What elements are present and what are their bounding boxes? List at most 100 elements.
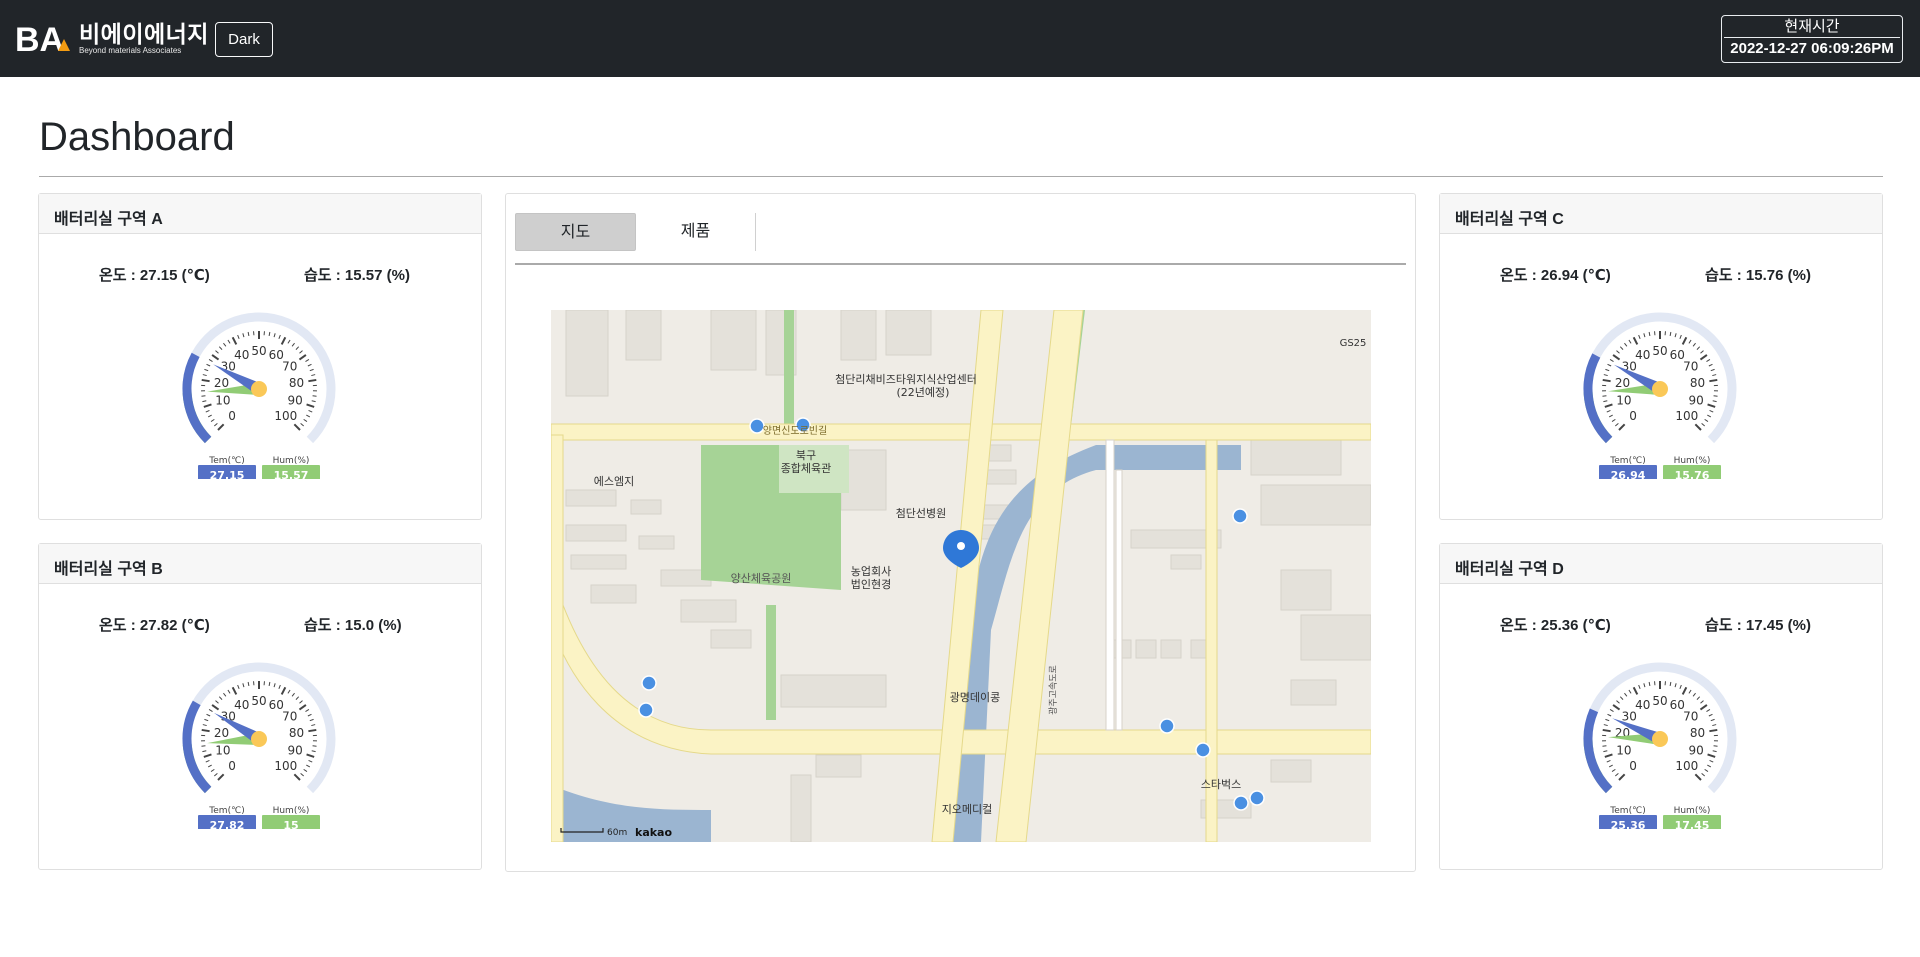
gauge-scale-label: 0 [1629,759,1637,773]
gauge-tick [1712,400,1717,403]
svg-text:BA: BA [15,21,64,56]
temperature-arc [1583,708,1613,794]
gauge-tick [227,339,231,344]
zone-title: 배터리실 구역 A [39,194,481,234]
gauge-tick [306,414,311,418]
gauge-tick [217,773,225,781]
gauge-tick [311,400,316,403]
gauge-tick [1648,331,1651,337]
gauge-tick [298,704,307,711]
gauge-tick [306,403,315,408]
gauge-tick [305,359,310,362]
gauge-tick [1669,681,1672,687]
zone-card-c: 배터리실 구역 C 온도 : 26.94 (℃) 습도 : 15.76 (%) … [1439,193,1883,520]
gauge-hub [251,731,267,747]
gauge-tick [1607,713,1612,717]
title-divider [39,176,1883,177]
gauge-tick [1603,400,1608,403]
humidity-reading: 습도 : 15.57 (%) [304,267,410,284]
gauge-tick [1619,346,1624,350]
gauge-tick [210,768,215,773]
zone-title: 배터리실 구역 C [1440,194,1882,234]
humidity-reading: 습도 : 15.0 (%) [304,617,402,634]
kakao-map[interactable]: 첨단리채비즈타워지식산업센터 (22년예정) 북구 종합체육관 에스엠지 첨단선… [551,310,1371,842]
gauge-tick [280,686,287,695]
gauge-tick [1602,728,1611,733]
gauge-tick [218,696,223,700]
gauge-scale-label: 80 [289,376,304,390]
gauge-scale-label: 20 [214,376,229,390]
gauge-tick [208,709,213,712]
svg-text:60m: 60m [607,828,627,838]
svg-text:양산체육공원: 양산체육공원 [731,572,792,585]
gauge-tick [1710,368,1715,372]
temperature-unit-label: Tem(℃) [1609,806,1645,816]
gauge-tick [278,684,281,689]
gauge-tick [1704,418,1709,423]
gauge-tick [1681,686,1688,695]
gauge-tick [1669,331,1672,337]
gauge-tick [268,331,271,337]
gauge-tick [1707,403,1716,408]
gauge-tick [1674,333,1677,338]
gauge-tick [1699,354,1708,361]
gauge-hub [1652,731,1668,747]
gauge-tick [201,745,206,747]
gauge-tick [280,336,287,345]
brand-logo[interactable]: BA 비에이에너지 Beyond materials Associates [15,20,209,56]
top-navbar: BA 비에이에너지 Beyond materials Associates Da… [0,0,1920,77]
humidity-reading: 습도 : 15.76 (%) [1705,267,1811,284]
temperature-unit-label: Tem(℃) [208,806,244,816]
temperature-badge-value: 25.36 [1611,819,1646,829]
temp-humidity-gauge: 010203040 50 60708090100Tem(℃) Hum(%)25.36 1… [1583,662,1737,829]
tab-bar: 지도 제품 [515,213,1406,265]
gauge-tick [218,346,223,350]
tab-map[interactable]: 지도 [515,213,636,251]
gauge-tick [1699,704,1708,711]
gauge-tick [295,696,300,700]
gauge-tick [202,400,207,403]
svg-text:북구: 북구 [796,449,816,462]
gauge-tick [307,363,312,367]
gauge-tick [1609,709,1614,712]
gauge-tick [1608,414,1613,418]
gauge-scale-label: 50 [251,344,266,358]
gauge-tick [273,683,276,688]
gauge-scale-label: 40 [234,348,249,362]
map-panel: 지도 제품 첨단리채비즈타워지식산업센터 (22년예정) 북구 종합체육관 에스… [505,193,1416,872]
gauge-tick [223,692,227,697]
gauge-tick [1618,423,1626,431]
gauge-scale-label: 100 [274,409,297,423]
gauge-tick [1700,700,1704,704]
gauge-scale-label: 80 [1690,376,1705,390]
gauge-tick [1604,403,1613,408]
gauge-tick [1710,718,1715,722]
gauge-tick [1707,764,1712,768]
svg-text:광주고속도로: 광주고속도로 [1047,665,1059,715]
gauge-scale-label: 20 [214,726,229,740]
zone-card-a: 배터리실 구역 A 온도 : 27.15 (℃) 습도 : 15.57 (%) … [38,193,482,520]
gauge-tick [1706,359,1711,362]
svg-text:스타벅스: 스타벅스 [1201,778,1241,791]
gauge-tick [1643,683,1646,688]
gauge-scale-label: 0 [228,759,236,773]
gauge-tick [231,336,238,345]
dark-mode-button[interactable]: Dark [215,22,273,57]
gauge-tick [295,346,300,350]
gauge-scale-label: 100 [1675,759,1698,773]
clock-time: 2022-12-27 06:09:26PM [1730,40,1894,57]
gauge-tick [1609,359,1614,362]
gauge-tick [1696,346,1701,350]
tab-product[interactable]: 제품 [636,213,756,251]
gauge-tick [203,403,212,408]
gauge-tick [1616,350,1620,354]
gauge-scale-label: 0 [1629,409,1637,423]
gauge-tick [1638,684,1641,689]
gauge-tick [1709,409,1714,413]
svg-text:첨단리채비즈타워지식산업센터: 첨단리채비즈타워지식산업센터 [835,373,977,386]
gauge-tick [1619,696,1624,700]
brand-tagline: Beyond materials Associates [79,45,182,55]
humidity-badge-value: 15.76 [1675,469,1710,479]
temp-humidity-gauge: 010203040 50 60708090100Tem(℃) Hum(%)27.82 1… [182,662,336,829]
gauge-tick [217,423,225,431]
